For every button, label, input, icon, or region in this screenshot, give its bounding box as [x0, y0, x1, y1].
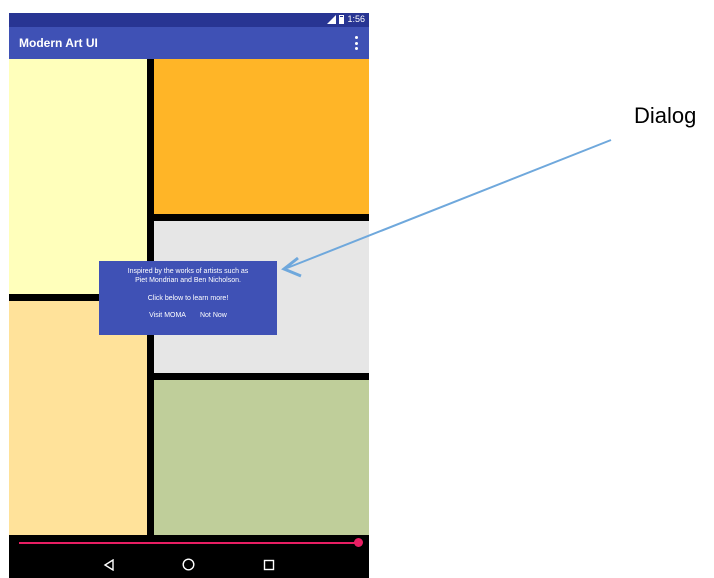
- annotation-arrow: [281, 139, 612, 278]
- annotation-label: Dialog: [634, 103, 697, 128]
